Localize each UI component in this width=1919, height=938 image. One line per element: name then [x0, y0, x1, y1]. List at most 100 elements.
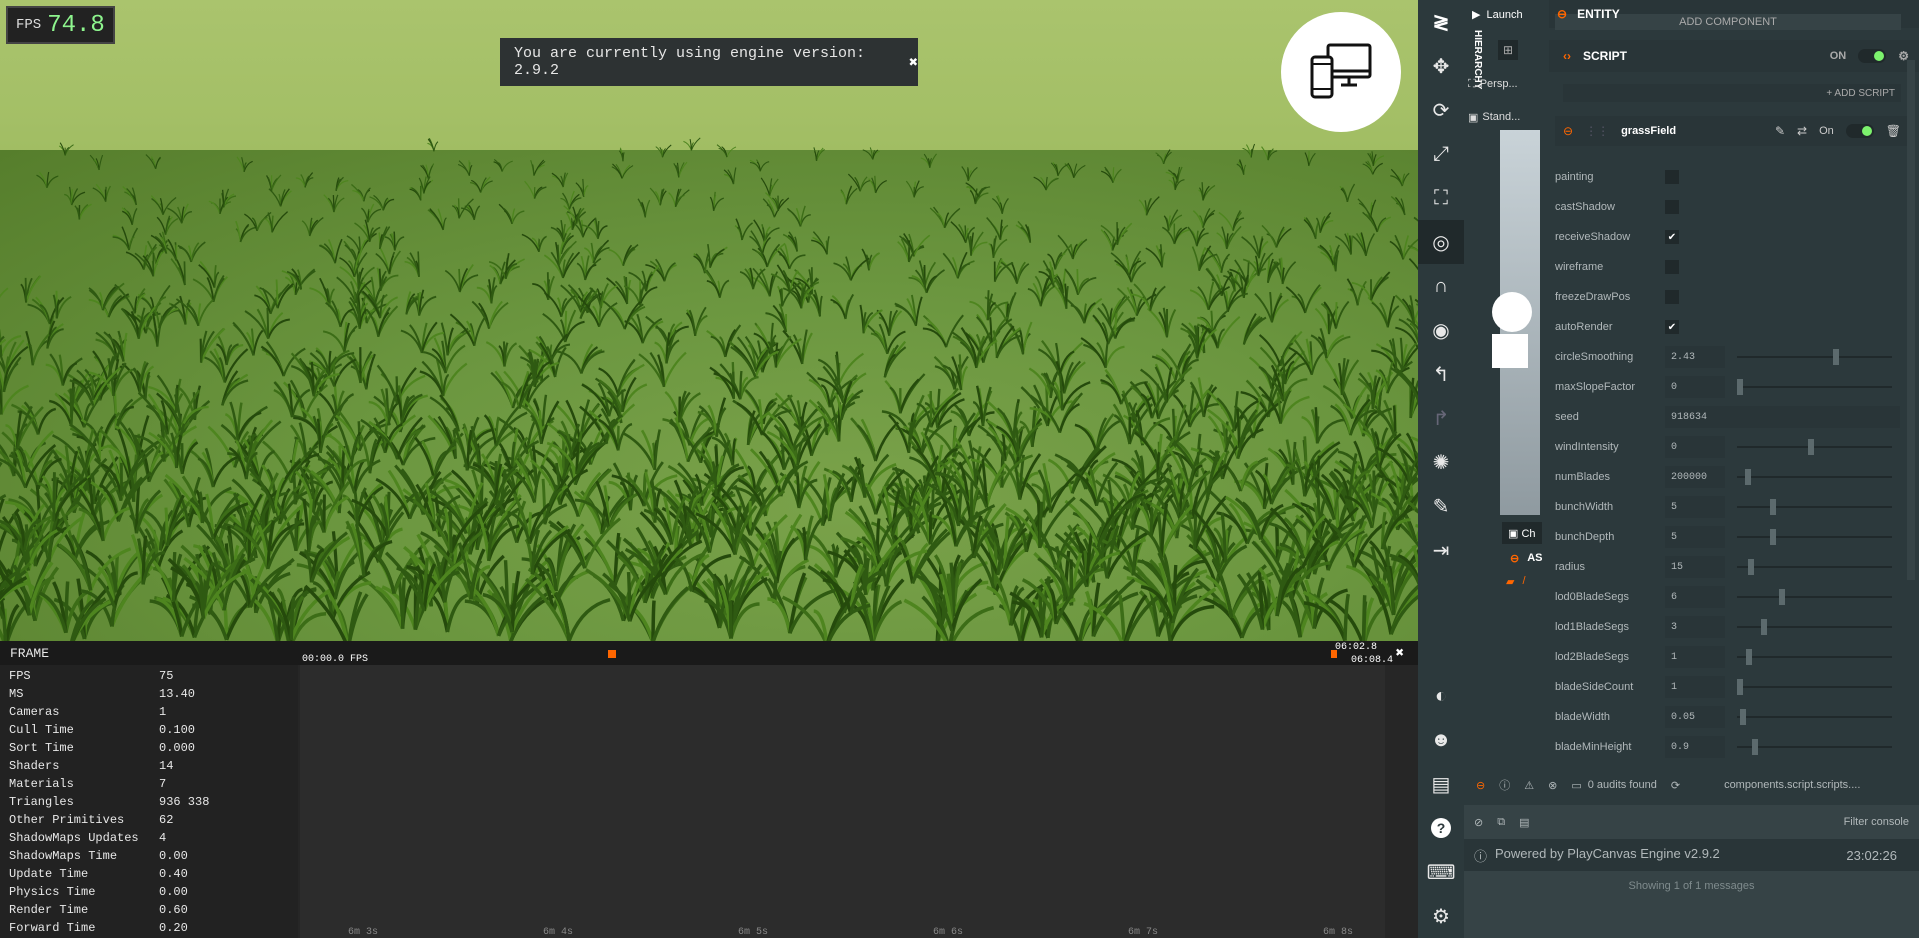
attr-slider[interactable] [1737, 589, 1892, 605]
info-filter-icon[interactable]: ⓘ [1499, 777, 1510, 793]
attr-number-field[interactable]: 5 [1665, 496, 1725, 518]
attr-number-field[interactable]: 5 [1665, 526, 1725, 548]
notice-close-icon[interactable]: ✖ [909, 53, 918, 72]
translate-tool-icon[interactable]: ✥ [1418, 44, 1464, 88]
grassfield-toggle[interactable] [1845, 124, 1874, 138]
attr-number-field[interactable]: 0.9 [1665, 736, 1725, 758]
hierarchy-item[interactable]: ⛶ Persp... [1468, 78, 1518, 91]
slider-handle[interactable] [1740, 709, 1746, 725]
device-preview-button[interactable] [1281, 12, 1401, 132]
rotate-tool-icon[interactable]: ⟳ [1418, 88, 1464, 132]
slider-handle[interactable] [1807, 439, 1814, 455]
slider-handle[interactable] [1770, 499, 1776, 515]
world-space-icon[interactable]: ◎ [1418, 220, 1464, 264]
slider-handle[interactable] [1833, 349, 1839, 365]
script-toggle[interactable] [1858, 49, 1887, 63]
attr-slider[interactable] [1737, 709, 1892, 725]
parse-script-icon[interactable]: ⇄ [1797, 124, 1807, 138]
drag-handle-icon[interactable]: ⋮⋮ [1585, 124, 1609, 138]
attr-number-field[interactable]: 0 [1665, 436, 1725, 458]
attr-number-field[interactable]: 2.43 [1665, 346, 1725, 368]
attr-checkbox[interactable] [1665, 200, 1679, 214]
attr-number-field[interactable]: 3 [1665, 616, 1725, 638]
assets-root-folder[interactable]: ▰ / [1464, 575, 1549, 588]
collapse-icon[interactable]: ⊖ [1563, 124, 1573, 138]
attr-number-field[interactable]: 6 [1665, 586, 1725, 608]
inspector-scrollbar[interactable] [1907, 60, 1915, 580]
collapse-icon[interactable]: ⊖ [1557, 7, 1567, 21]
settings-icon[interactable]: ⚙ [1418, 894, 1464, 938]
attr-number-field[interactable]: 0.05 [1665, 706, 1725, 728]
keyboard-icon[interactable]: ⌨ [1418, 850, 1464, 894]
attr-checkbox[interactable] [1665, 290, 1679, 304]
attr-number-field[interactable]: 1 [1665, 646, 1725, 668]
attr-checkbox[interactable] [1665, 170, 1679, 184]
attr-slider[interactable] [1737, 529, 1892, 545]
resize-tool-icon[interactable]: ⛶ [1418, 176, 1464, 220]
slider-handle[interactable] [1770, 529, 1776, 545]
grid-icon[interactable]: ⊞ [1498, 40, 1518, 60]
clear-icon[interactable]: ⊘ [1474, 816, 1483, 829]
sync-icon[interactable]: ⟳ [1671, 779, 1680, 792]
profiler-close-icon[interactable]: ✖ [1396, 645, 1404, 662]
attr-slider[interactable] [1737, 349, 1892, 365]
warning-filter-icon[interactable]: ⚠ [1524, 779, 1534, 792]
discord-icon[interactable]: ☻ [1418, 718, 1464, 762]
redo-icon[interactable]: ↱ [1418, 396, 1464, 440]
undo-icon[interactable]: ↰ [1418, 352, 1464, 396]
slider-handle[interactable] [1746, 649, 1752, 665]
attr-slider[interactable] [1737, 439, 1892, 455]
launch-button[interactable]: ▶ Launch [1472, 8, 1523, 22]
attr-checkbox[interactable]: ✔ [1665, 230, 1679, 244]
add-script-button[interactable]: + ADD SCRIPT [1563, 84, 1901, 102]
playcanvas-logo-icon[interactable]: ≷ [1418, 0, 1464, 44]
slider-handle[interactable] [1737, 379, 1743, 395]
attr-number-field[interactable]: 200000 [1665, 466, 1725, 488]
attr-slider[interactable] [1737, 559, 1892, 575]
attr-checkbox[interactable]: ✔ [1665, 320, 1679, 334]
collapse-icon[interactable]: ⊖ [1510, 552, 1519, 565]
scene-viewport[interactable]: FPS 74.8 You are currently using engine … [0, 0, 1418, 641]
scale-tool-icon[interactable]: ⤢ [1418, 132, 1464, 176]
audits-tab[interactable]: ▭ 0 audits found [1571, 779, 1657, 792]
error-filter-icon[interactable]: ⊗ [1548, 779, 1557, 792]
slider-handle[interactable] [1779, 589, 1785, 605]
profiler-timeline[interactable]: 6m 3s 6m 4s 6m 5s 6m 6s 6m 7s 6m 8s [300, 665, 1385, 938]
slider-handle[interactable] [1747, 559, 1754, 575]
attr-number-field[interactable]: 0 [1665, 376, 1725, 398]
attr-slider[interactable] [1737, 379, 1892, 395]
slider-handle[interactable] [1752, 739, 1758, 755]
code-editor-icon[interactable]: ✎ [1418, 484, 1464, 528]
attr-slider[interactable] [1737, 619, 1892, 635]
attr-slider[interactable] [1737, 649, 1892, 665]
lightmap-icon[interactable]: ✺ [1418, 440, 1464, 484]
hierarchy-item[interactable]: ▣ Stand... [1468, 111, 1520, 124]
attr-slider[interactable] [1737, 499, 1892, 515]
copy-icon[interactable]: ⧉ [1497, 816, 1505, 829]
attr-checkbox[interactable] [1665, 260, 1679, 274]
camera-preview-toggle[interactable]: ▣ Ch [1502, 522, 1542, 544]
attr-slider[interactable] [1737, 469, 1892, 485]
filter-console-input[interactable]: Filter console [1844, 816, 1909, 828]
chat-icon[interactable]: ▤ [1418, 762, 1464, 806]
slider-handle[interactable] [1761, 619, 1767, 635]
console-path[interactable]: components.script.scripts.... [1724, 779, 1860, 791]
attr-number-field[interactable]: 15 [1665, 556, 1725, 578]
grass-tuft [1272, 257, 1297, 285]
collapse-icon[interactable]: ⊖ [1476, 779, 1485, 792]
snap-icon[interactable]: ∩ [1418, 264, 1464, 308]
attr-number-field[interactable]: 1 [1665, 676, 1725, 698]
console-message[interactable]: ⓘ Powered by PlayCanvas Engine v2.9.2 23:… [1464, 839, 1919, 871]
help-icon[interactable]: ? [1418, 806, 1464, 850]
attr-slider[interactable] [1737, 679, 1892, 695]
delete-script-icon[interactable]: 🗑 [1886, 124, 1901, 138]
publish-icon[interactable]: ⇥ [1418, 528, 1464, 572]
edit-script-icon[interactable]: ✎ [1775, 124, 1785, 138]
attr-number-field[interactable]: 918634 [1665, 406, 1900, 428]
github-icon[interactable]: ◐ [1418, 674, 1464, 718]
focus-icon[interactable]: ◉ [1418, 308, 1464, 352]
log-icon[interactable]: ▤ [1519, 816, 1529, 829]
slider-handle[interactable] [1737, 679, 1743, 695]
attr-slider[interactable] [1737, 739, 1892, 755]
slider-handle[interactable] [1744, 469, 1751, 485]
